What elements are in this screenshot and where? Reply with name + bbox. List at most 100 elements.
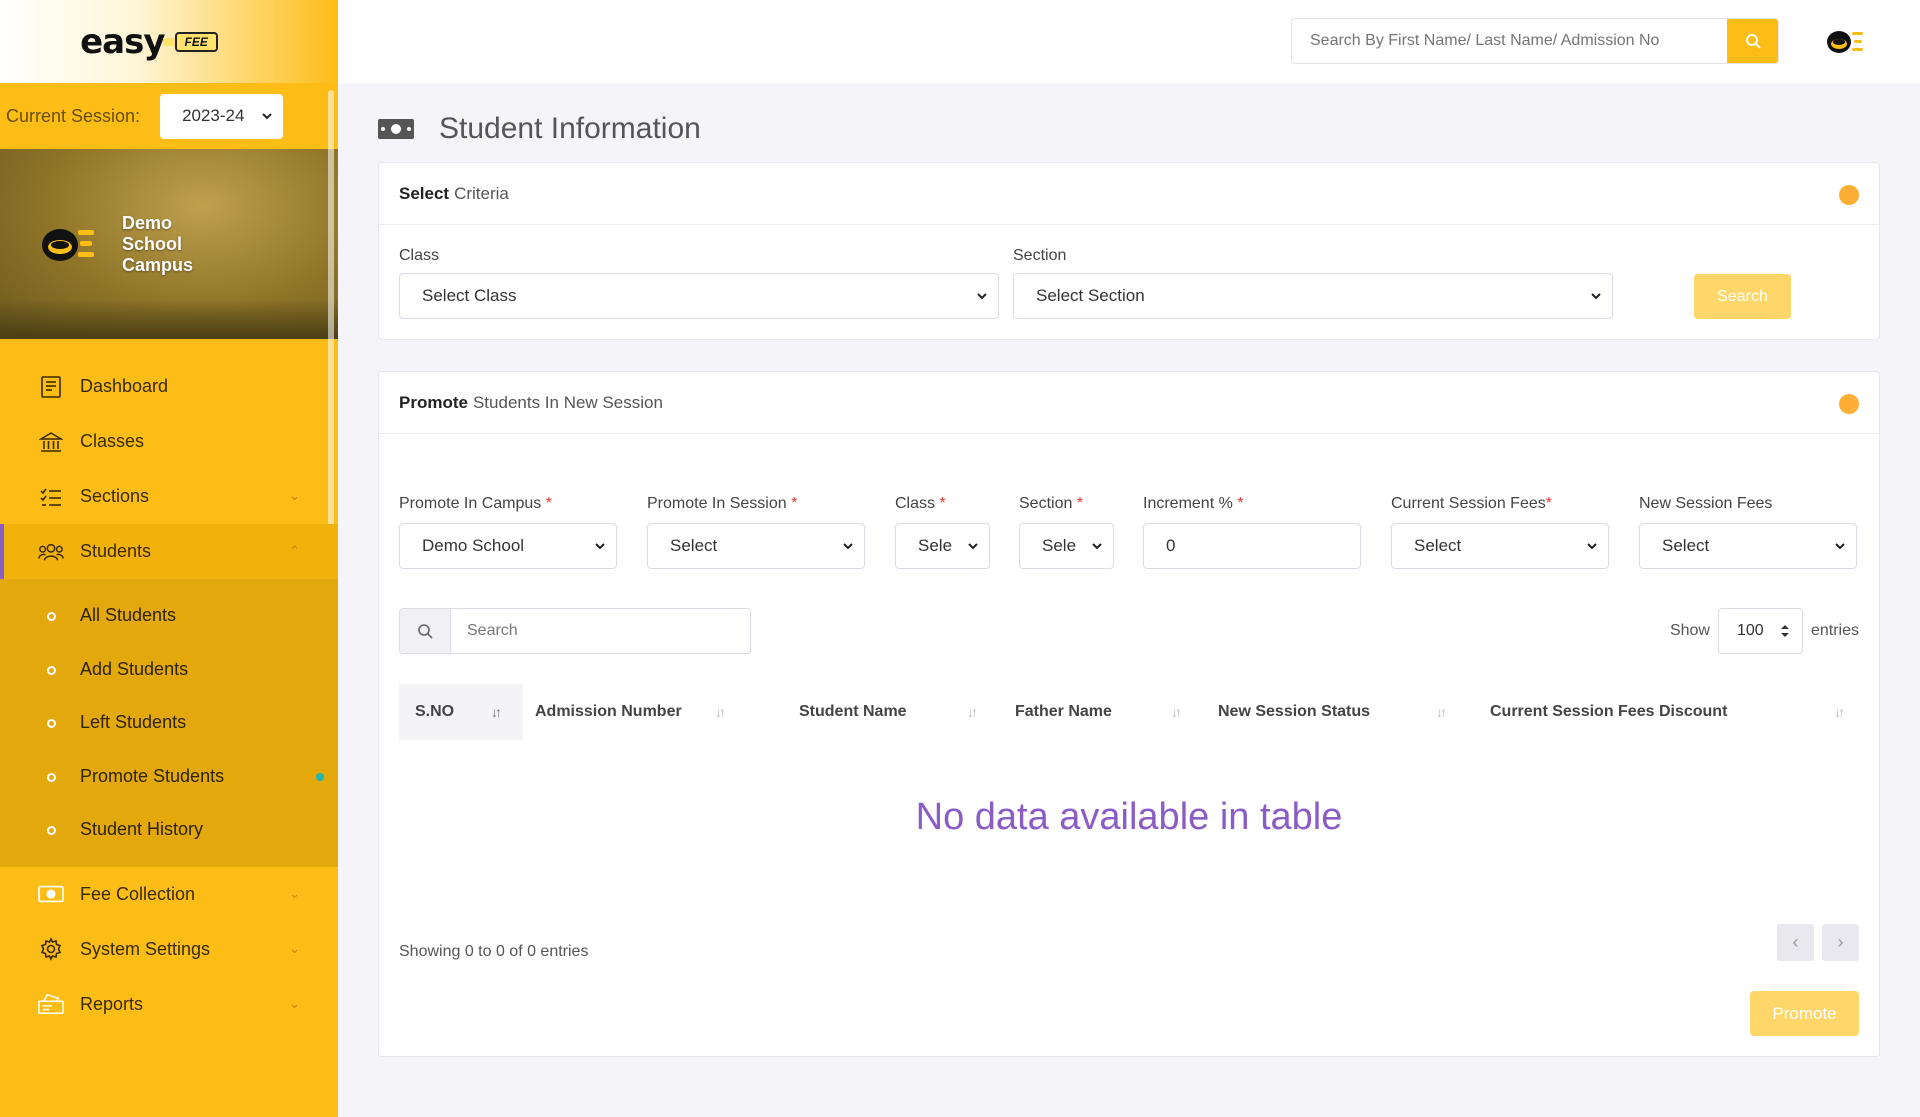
- chevron-down-icon: [595, 543, 605, 550]
- current-fees-select[interactable]: Select: [1391, 523, 1609, 569]
- sidebar-item-dashboard[interactable]: Dashboard: [0, 359, 338, 414]
- select-value: Sele: [1042, 536, 1077, 555]
- promote-section-select[interactable]: Sele: [1019, 523, 1114, 569]
- sidebar-item-label: Reports: [80, 993, 144, 1014]
- column-header-new-session-status[interactable]: New Session Status ↓↑: [1218, 684, 1447, 740]
- money-icon: [38, 881, 64, 907]
- entries-label: entries: [1810, 622, 1859, 639]
- submenu-item-promote-students[interactable]: Promote Students: [0, 750, 338, 804]
- column-header-sno[interactable]: S.NO ↓↑: [399, 684, 523, 740]
- global-search-input[interactable]: [1292, 19, 1727, 63]
- bullet-icon: [47, 665, 56, 675]
- session-select[interactable]: 2023-24: [160, 93, 284, 139]
- column-header-current-session-fees-discount[interactable]: Current Session Fees Discount ↓↑: [1490, 684, 1860, 740]
- campus-banner: Demo School Campus: [0, 149, 338, 339]
- brand-header: easy FEE: [0, 0, 338, 83]
- sort-icon: ↓↑: [1436, 704, 1447, 720]
- table-search-placeholder: Search: [467, 622, 518, 639]
- dashboard-icon: [38, 374, 64, 400]
- promote-session-select[interactable]: Select: [647, 523, 865, 569]
- entries-value: 100: [1736, 622, 1764, 639]
- select-value: Select: [1662, 536, 1710, 555]
- table-info: Showing 0 to 0 of 0 entries: [399, 943, 589, 960]
- chevron-down-icon: ⌄: [289, 995, 300, 1011]
- sort-icon: ↓↑: [967, 704, 978, 720]
- entries-select[interactable]: 100: [1717, 608, 1803, 654]
- sidebar-item-system-settings[interactable]: System Settings ⌄: [0, 922, 338, 977]
- current-fees-label: Current Session Fees*: [1391, 495, 1552, 512]
- promote-campus-label: Promote In Campus *: [399, 495, 552, 512]
- chevron-down-icon: [968, 543, 978, 550]
- users-icon: [38, 539, 64, 565]
- active-indicator: [316, 772, 324, 781]
- increment-label: Increment % *: [1143, 495, 1244, 512]
- building-icon: [38, 429, 64, 455]
- next-page-button[interactable]: ›: [1822, 924, 1859, 961]
- page-header: Student Information: [377, 112, 701, 146]
- chevron-down-icon: [843, 543, 853, 550]
- show-label: Show: [1669, 622, 1710, 639]
- status-dot: [1839, 394, 1859, 414]
- chevron-down-icon: [262, 113, 272, 120]
- global-search-button[interactable]: [1727, 19, 1778, 63]
- sidebar-item-label: Classes: [80, 431, 145, 451]
- session-value: 2023-24: [182, 106, 245, 125]
- submenu-item-label: Left Students: [80, 712, 187, 733]
- submenu-item-left-students[interactable]: Left Students: [0, 696, 338, 750]
- new-fees-label: New Session Fees: [1639, 495, 1773, 512]
- chevron-down-icon: [977, 293, 987, 300]
- select-criteria-card: Select Criteria Class Select Class Secti…: [378, 162, 1880, 340]
- brand-fee-badge: FEE: [174, 31, 218, 52]
- sidebar-nav: Dashboard Classes Sections ⌄ Students ⌃: [0, 359, 338, 1032]
- class-select[interactable]: Select Class: [399, 273, 999, 319]
- brand-logo[interactable]: easy FEE: [80, 22, 218, 62]
- previous-page-button[interactable]: ‹: [1777, 924, 1814, 961]
- submenu-item-all-students[interactable]: All Students: [0, 589, 338, 643]
- campus-logo-icon: [42, 229, 94, 261]
- chevron-up-icon: ⌃: [289, 543, 300, 558]
- list-icon: [38, 484, 64, 510]
- sidebar-item-classes[interactable]: Classes: [0, 414, 338, 469]
- card-title-bold: Promote: [399, 392, 468, 412]
- sidebar-item-sections[interactable]: Sections ⌄: [0, 469, 338, 524]
- search-button[interactable]: Search: [1694, 274, 1791, 319]
- column-header-admission-number[interactable]: Admission Number ↓↑: [535, 684, 739, 740]
- status-dot: [1839, 185, 1859, 205]
- search-icon: [400, 609, 451, 653]
- promote-session-label: Promote In Session *: [647, 495, 798, 512]
- promote-class-select[interactable]: Sele: [895, 523, 990, 569]
- table-search[interactable]: Search: [399, 608, 751, 654]
- chevron-down-icon: ⌄: [289, 885, 300, 901]
- bullet-icon: [47, 612, 56, 621]
- new-fees-select[interactable]: Select: [1639, 523, 1857, 569]
- sidebar-item-label: Students: [80, 541, 152, 561]
- card-title-bold: Select: [399, 183, 450, 203]
- sidebar-item-fee-collection[interactable]: Fee Collection ⌄: [0, 867, 338, 922]
- submenu-item-label: Promote Students: [80, 765, 225, 786]
- user-avatar-icon[interactable]: [1825, 26, 1865, 58]
- promote-section-label: Section *: [1019, 495, 1084, 512]
- submenu-item-student-history[interactable]: Student History: [0, 803, 338, 857]
- card-title-rest: Students In New Session: [472, 392, 663, 412]
- column-header-student-name[interactable]: Student Name ↓↑: [799, 684, 978, 740]
- sidebar-item-students[interactable]: Students ⌃: [0, 524, 338, 579]
- increment-input[interactable]: 0: [1143, 523, 1361, 569]
- chevron-down-icon: [1587, 543, 1597, 550]
- submenu-item-label: Student History: [80, 819, 204, 840]
- sort-icon: ↓↑: [1834, 704, 1845, 720]
- table-header: S.NO ↓↑ Admission Number ↓↑ Student Name…: [399, 684, 1859, 740]
- section-select[interactable]: Select Section: [1013, 273, 1613, 319]
- chevron-down-icon: [1591, 293, 1601, 300]
- promote-campus-select[interactable]: Demo School: [399, 523, 617, 569]
- sort-icon: ↓↑: [1171, 704, 1182, 720]
- submenu-item-add-students[interactable]: Add Students: [0, 643, 338, 697]
- promote-button[interactable]: Promote: [1750, 991, 1859, 1036]
- submenu-item-label: All Students: [80, 605, 177, 626]
- column-header-father-name[interactable]: Father Name ↓↑: [1015, 684, 1182, 740]
- section-label: Section: [1013, 247, 1067, 264]
- session-label: Current Session:: [6, 105, 141, 126]
- sidebar-item-label: System Settings: [80, 938, 211, 959]
- pagination: ‹ ›: [1777, 924, 1859, 961]
- sidebar-item-reports[interactable]: Reports ⌄: [0, 977, 338, 1032]
- bullet-icon: [47, 719, 56, 728]
